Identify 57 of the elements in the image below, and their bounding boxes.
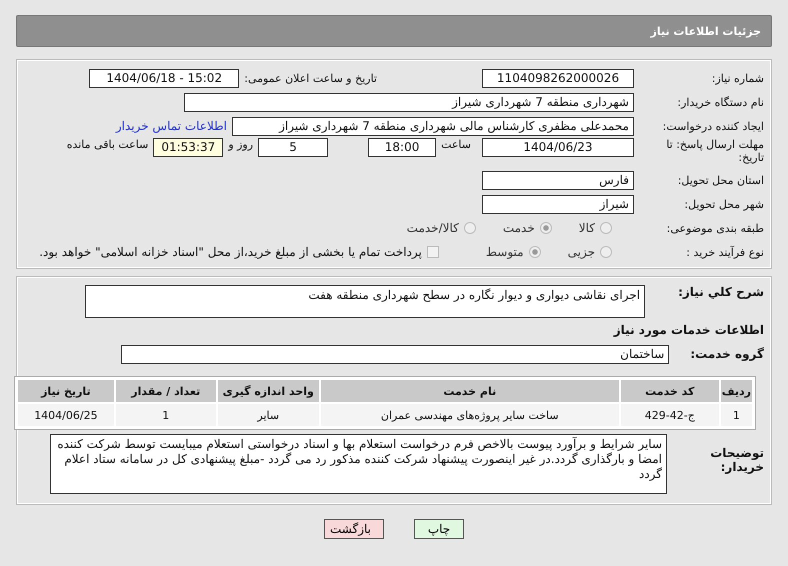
field-label: استان محل تحویل:	[676, 174, 765, 186]
option-label: کالا	[578, 221, 595, 235]
radio-button[interactable]	[528, 246, 541, 258]
radio-button[interactable]	[540, 222, 552, 234]
field-label: ساعت	[441, 138, 471, 151]
field-label: ایجاد کننده درخواست:	[662, 120, 765, 132]
table-cell: 1	[720, 404, 752, 426]
contact-link[interactable]: اطلاعات تماس خریدار	[116, 119, 227, 133]
deadline-time-field: 18:00	[368, 138, 436, 157]
field-label: توضیحات خریدار:	[709, 446, 765, 474]
field-label: ساعت باقی مانده	[66, 138, 148, 151]
print-button[interactable]: چاپ	[414, 519, 464, 539]
payment-note: پرداخت تمام یا بخشی از مبلغ خرید،از محل "اسناد خزانه اسلامی" خواهد بود.	[39, 245, 422, 259]
checkbox[interactable]	[426, 246, 439, 258]
radio-button[interactable]	[464, 222, 476, 234]
table-cell: ج-42-429	[620, 404, 719, 426]
field-label: شهر محل تحویل:	[683, 198, 765, 210]
need-number-field: 1104098262000026	[482, 68, 634, 88]
summary-textarea[interactable]: اجرای نقاشی دیواری و دیوار نگاره در سطح شهرداری منطقه هفت	[85, 285, 646, 318]
column-header: تاریخ نیاز	[18, 380, 114, 402]
requester-field: محمدعلی مظفری کارشناس مالی شهرداری منطقه 7 شهرداری شیراز	[232, 116, 634, 136]
city-field: شیراز	[482, 194, 634, 214]
field-label: شرح کلي نياز:	[678, 285, 765, 299]
field-label: نام دستگاه خریدار:	[676, 96, 765, 108]
buyer-notes-textarea[interactable]: سایر شرایط و برآورد پیوست بالاخص فرم درخواست استعلام بها و اسناد درخواستی استعلام میبایست توسط شرکت کننده امضا و بارگذاری گردد.در غیر اینصورت پیشنهاد شرکت کننده مذکور رد می گردد -مبلغ پیشنهادی کل در سامانه ستاد اعلام گردد	[50, 434, 667, 494]
table-cell: 1	[116, 404, 216, 426]
option-label: جزیی	[568, 245, 595, 259]
field-label: نوع فرآیند خرید :	[685, 246, 765, 258]
page-title: جزئیات اطلاعات نیاز	[650, 24, 761, 38]
column-header: تعداد / مقدار	[116, 380, 216, 402]
buyer-org-field: شهرداری منطقه 7 شهرداری شیراز	[184, 92, 634, 112]
option-label: خدمت	[502, 221, 535, 235]
option-label: متوسط	[486, 245, 524, 259]
field-label: تاریخ و ساعت اعلان عمومی:	[244, 72, 377, 84]
option-label: کالا/خدمت	[406, 221, 459, 235]
column-header: واحد اندازه گیری	[218, 380, 319, 402]
back-button[interactable]: بازگشت	[324, 519, 384, 539]
table-cell: سایر	[218, 404, 319, 426]
service-group-field: ساختمان	[121, 344, 670, 364]
radio-button[interactable]	[600, 246, 612, 258]
field-label: شماره نیاز:	[710, 72, 765, 84]
field-label: مهلت ارسال پاسخ: تا تاریخ:	[665, 138, 765, 164]
field-label: روز و	[228, 138, 254, 151]
remaining-time-field: 01:53:37	[153, 138, 224, 157]
deadline-date-field: 1404/06/23	[482, 138, 634, 157]
section-heading: اطلاعات خدمات مورد نیاز	[614, 323, 765, 337]
announce-date-field: 1404/06/18 - 15:02	[89, 68, 240, 88]
column-header: کد خدمت	[620, 380, 719, 402]
days-field: 5	[258, 138, 328, 157]
column-header: نام خدمت	[320, 380, 619, 402]
field-label: گروه خدمت:	[690, 347, 765, 361]
field-label: طبقه بندی موضوعی:	[666, 222, 765, 234]
column-header: ردیف	[720, 380, 752, 402]
province-field: فارس	[482, 170, 634, 190]
table-cell: ساخت سایر پروژه‌های مهندسی عمران	[320, 404, 619, 426]
radio-button[interactable]	[600, 222, 612, 234]
table-cell: 1404/06/25	[18, 404, 114, 426]
